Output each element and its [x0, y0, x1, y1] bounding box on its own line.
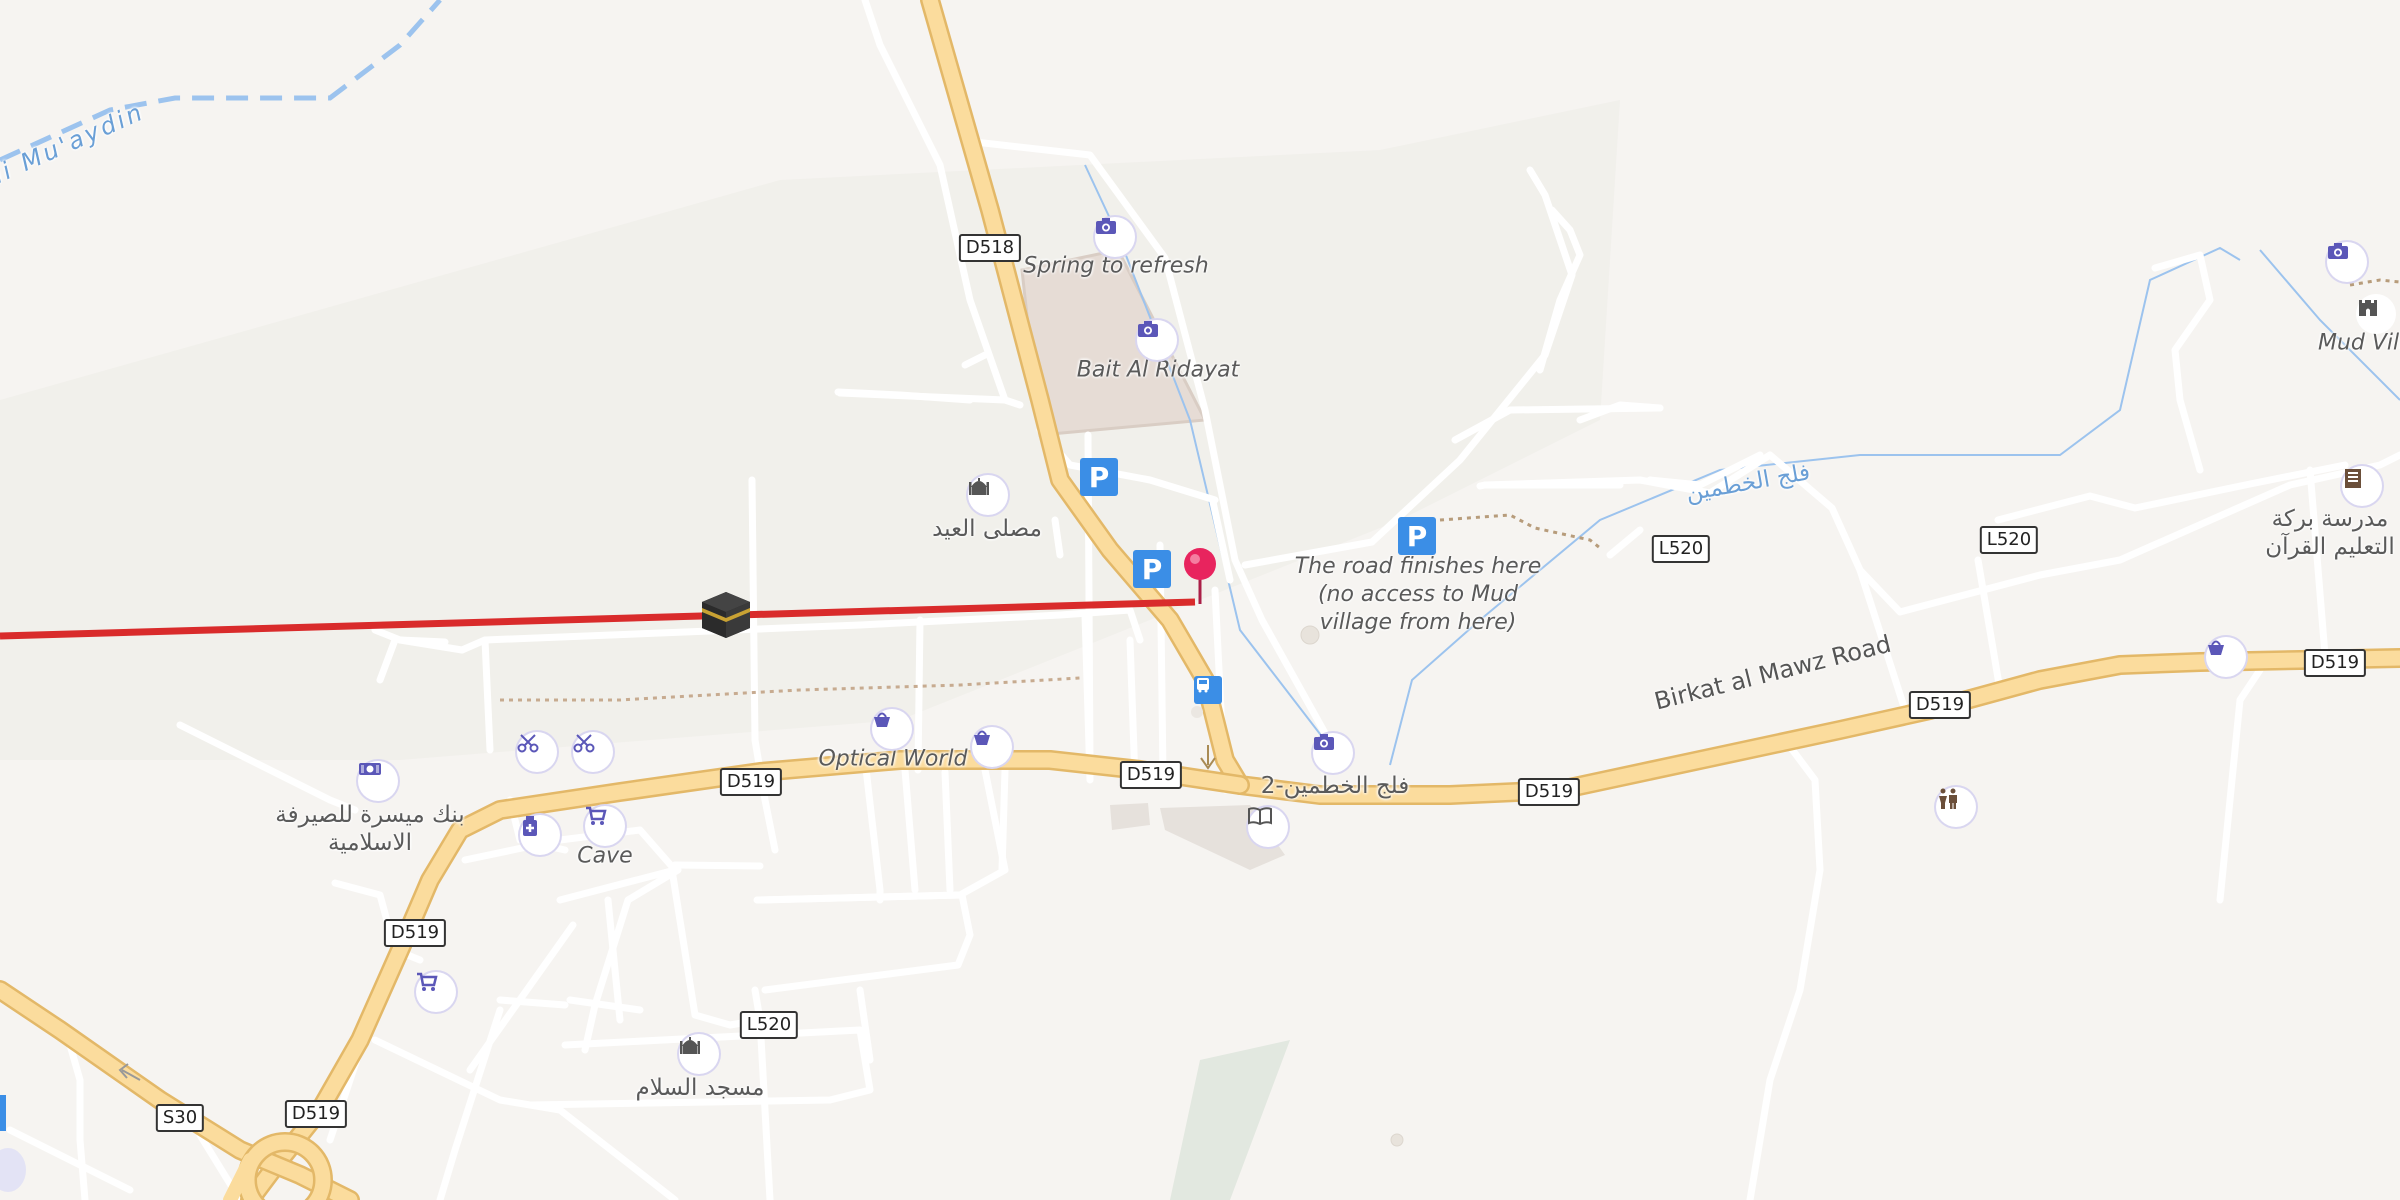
camera-icon[interactable]	[1137, 320, 1177, 360]
road-shield-l520: L520	[1651, 535, 1711, 563]
scissors-icon[interactable]	[517, 732, 557, 772]
road-shield-d519: D519	[2303, 649, 2367, 677]
label-musalla-al-eid: مصلى العيد	[932, 516, 1042, 542]
road-shield-d519: D519	[1517, 778, 1581, 806]
cart-icon[interactable]	[585, 806, 625, 846]
shopping-bag-icon[interactable]	[872, 709, 912, 749]
pharmacy-icon[interactable]	[520, 815, 560, 855]
mosque-icon[interactable]	[679, 1034, 719, 1074]
parking-icon[interactable]: P	[1133, 550, 1171, 588]
map-canvas[interactable]: Birkat al Mawz Road di Mu'aydin فلج الخط…	[0, 0, 2400, 1200]
road-shield-d518: D518	[958, 234, 1022, 262]
label-spring-to-refresh: Spring to refresh	[1023, 253, 1209, 279]
book-icon[interactable]	[1248, 807, 1288, 847]
location-pin-icon[interactable]	[1180, 546, 1220, 606]
camera-icon[interactable]	[1313, 733, 1353, 773]
road-shield-d519: D519	[383, 919, 447, 947]
kaaba-icon[interactable]	[698, 588, 754, 640]
castle-icon[interactable]	[2356, 294, 2396, 334]
label-school: مدرسة بركة التعليم القرآن	[2265, 506, 2395, 560]
bank-icon[interactable]	[358, 761, 398, 801]
toilets-icon[interactable]	[1936, 787, 1976, 827]
camera-icon[interactable]	[2327, 242, 2367, 282]
label-optical-world: Optical World	[818, 746, 968, 772]
road-shield-l520: L520	[1979, 526, 2039, 554]
cart-icon[interactable]	[416, 972, 456, 1012]
scissors-icon[interactable]	[573, 732, 613, 772]
road-shield-d519: D519	[1908, 691, 1972, 719]
road-shield-d519: D519	[1119, 761, 1183, 789]
road-shield-s30: S30	[155, 1104, 205, 1132]
road-shield-d519: D519	[719, 768, 783, 796]
label-masjid-al-salam: مسجد السلام	[635, 1075, 765, 1101]
label-bait-al-ridayat: Bait Al Ridayat	[1076, 357, 1240, 383]
road-shield-d519: D519	[284, 1100, 348, 1128]
bus-stop-icon[interactable]	[1194, 676, 1222, 704]
label-bank: بنك ميسرة للصيرفة الاسلامية	[275, 802, 465, 856]
parking-icon[interactable]: P	[1398, 517, 1436, 555]
shopping-bag-icon[interactable]	[2206, 637, 2246, 677]
parking-icon[interactable]: P	[1080, 458, 1118, 496]
mosque-icon[interactable]	[968, 475, 1008, 515]
road-shield-l520: L520	[739, 1011, 799, 1039]
label-mud-village: Mud Vill	[2318, 330, 2400, 356]
label-road-finishes: The road finishes here (no access to Mud…	[1294, 554, 1542, 635]
label-cave: Cave	[577, 843, 633, 869]
camera-icon[interactable]	[1095, 217, 1135, 257]
shopping-bag-icon[interactable]	[972, 727, 1012, 767]
label-falaj-alkhatmeen-2: فلج الخطمين-2	[1260, 773, 1410, 799]
school-icon[interactable]	[2342, 466, 2382, 506]
